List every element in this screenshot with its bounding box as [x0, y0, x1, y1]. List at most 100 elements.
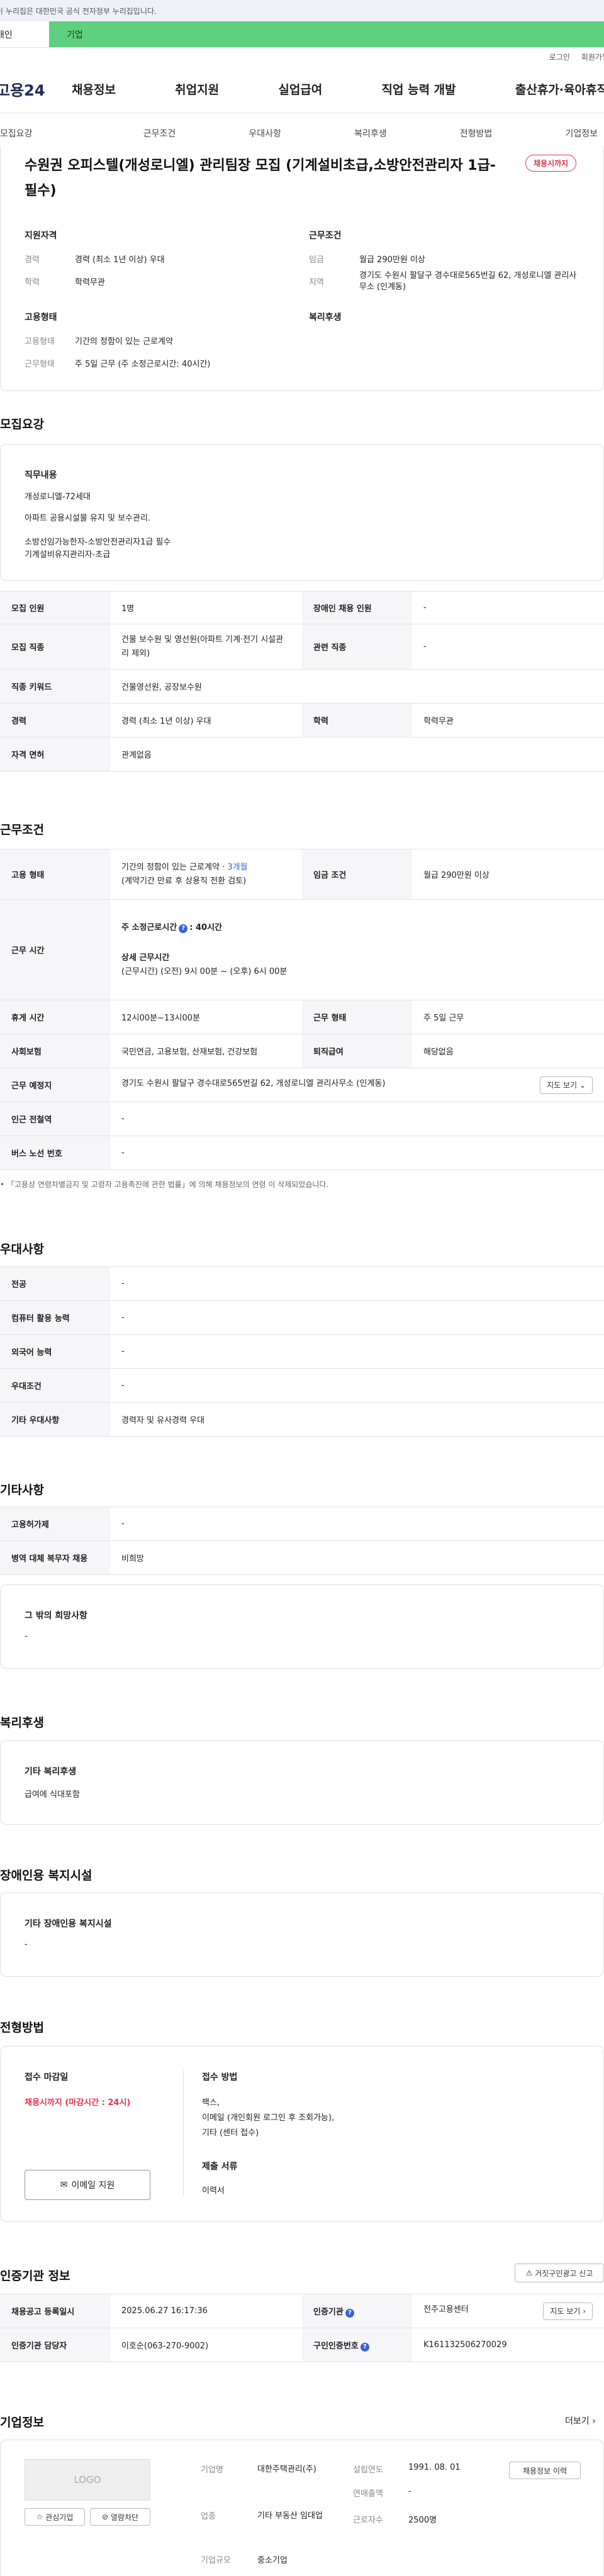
- login-link[interactable]: 로그인: [549, 52, 570, 62]
- more-label: 더보기: [565, 2416, 590, 2426]
- audience-tabs: 개인 기업: [0, 21, 604, 48]
- select-heading: 전형방법: [0, 2021, 44, 2035]
- company-value: 중소기업: [257, 2556, 288, 2565]
- welfare-value: 급여에 식대포함: [25, 1790, 80, 1799]
- company-value: 2500명: [408, 2516, 437, 2525]
- row-label: 버스 노선 번호: [0, 1136, 110, 1170]
- emp-label: 근무형태: [25, 360, 55, 369]
- emp-value: 주 5일 근무 (주 소정근로시간: 40시간): [75, 360, 211, 369]
- subnav-selection[interactable]: 전형방법: [460, 127, 493, 140]
- row-label: 우대조건: [0, 1368, 110, 1403]
- table-row: 근무 예정지 경기도 수원시 팔달구 경수대로565번길 62, 개성로니엘 관리…: [0, 1068, 604, 1102]
- row-label: 학력: [302, 703, 412, 738]
- company-heading: 기업정보: [0, 2416, 44, 2430]
- row-label: 근무 예정지: [0, 1068, 110, 1102]
- gnb-unemployment[interactable]: 실업급여: [278, 80, 322, 97]
- row-value: -: [110, 1300, 604, 1335]
- subnav-conditions[interactable]: 근무조건: [143, 127, 176, 140]
- emp-value: 기간의 정함이 있는 근로계약: [75, 337, 173, 346]
- company-logo: LOGO: [25, 2459, 150, 2501]
- favorite-company-button[interactable]: ☆ 관심기업: [25, 2508, 85, 2526]
- qual-value: 학력무관: [75, 278, 105, 287]
- row-value: 건물영선원, 공장보수원: [110, 669, 604, 704]
- row-label: 관련 직종: [302, 624, 412, 670]
- duty-line: 소방선임가능한자-소방안전관리자1급 필수: [25, 538, 171, 547]
- table-row: 모집 직종 건물 보수원 및 영선원(아파트 기계·전기 시설관리 제외) 관련 직…: [0, 624, 604, 670]
- tab-individual[interactable]: 개인: [0, 21, 49, 47]
- subnav-welfare[interactable]: 복리후생: [354, 127, 387, 140]
- emp-label: 고용형태: [25, 337, 55, 346]
- cert-map-button[interactable]: 지도 보기 ›: [543, 2302, 593, 2320]
- row-value: -: [412, 591, 604, 624]
- pref-table: 전공 - 컴퓨터 활용 능력 - 외국어 능력 - 우대조건 - 기타 우대사항 경력자 …: [0, 1266, 604, 1437]
- row-label: 자격 면허: [0, 737, 110, 771]
- site-logo[interactable]: 고용24: [0, 78, 72, 100]
- row-label: 모집 직종: [0, 624, 110, 670]
- method-line: 이메일 (개인회원 로그인 후 조회가능),: [202, 2113, 335, 2123]
- gov-notice: 이 누리집은 대한민국 공식 전자정부 누리집입니다.: [0, 6, 157, 16]
- row-value: -: [110, 1102, 604, 1136]
- row-label: 인증기관?: [302, 2294, 412, 2328]
- question-icon[interactable]: ?: [179, 924, 188, 933]
- report-fake-ad-button[interactable]: ⚠ 거짓구인광고 신고: [515, 2264, 604, 2282]
- subnav-company[interactable]: 기업정보: [565, 127, 598, 140]
- welfare-label: 기타 복리후생: [25, 1767, 77, 1777]
- qual-value: 경력 (최소 1년 이상) 우대: [75, 255, 165, 265]
- row-label: 채용공고 등록일시: [0, 2294, 110, 2328]
- row-value: K161132506270029: [412, 2328, 604, 2362]
- cert-map-label: 지도 보기: [550, 2307, 581, 2316]
- other-wish-value: -: [25, 1632, 28, 1641]
- block-view-button[interactable]: ⊘ 열람차단: [90, 2508, 150, 2526]
- recruit-history-button[interactable]: 채용정보 이력: [509, 2462, 581, 2479]
- row-value: 관계없음: [110, 737, 604, 771]
- company-more-link[interactable]: 더보기 ›: [565, 2414, 596, 2427]
- row-value: 학력무관: [412, 703, 604, 738]
- email-apply-button[interactable]: ✉ 이메일 지원: [25, 2170, 150, 2200]
- table-row: 근무 시간 주 소정근로시간?: 40시간 상세 근무시간 (근무시간) (오전…: [0, 899, 604, 1000]
- row-value: 해당없음: [412, 1034, 604, 1068]
- row-label: 직종 키워드: [0, 669, 110, 704]
- method-line: 팩스,: [202, 2098, 220, 2108]
- table-row: 인근 전철역 -: [0, 1102, 604, 1136]
- util-bar: 로그인 회원가입: [0, 48, 604, 65]
- time-total-value: : 40시간: [189, 922, 222, 932]
- gnb-recruit[interactable]: 채용정보: [72, 80, 116, 97]
- table-row: 휴게 시간 12시00분~13시00분 근무 형태 주 5일 근무: [0, 1000, 604, 1034]
- question-icon[interactable]: ?: [360, 2342, 369, 2352]
- table-row: 모집 인원 1명 장애인 채용 인원 -: [0, 591, 604, 624]
- work-heading: 근무조건: [0, 823, 44, 837]
- join-link[interactable]: 회원가입: [581, 52, 604, 62]
- row-value: 이호순(063-270-9002): [110, 2328, 302, 2362]
- gnb-leave[interactable]: 출산휴가·육아휴직: [515, 80, 604, 97]
- method-label: 접수 방법: [202, 2072, 238, 2082]
- tab-enterprise[interactable]: 기업: [49, 21, 604, 47]
- report-label: 거짓구인광고 신고: [535, 2269, 593, 2278]
- row-label: 고용 형태: [0, 849, 110, 900]
- gnb-training[interactable]: 직업 능력 개발: [382, 80, 456, 97]
- recruit-table: 모집 인원 1명 장애인 채용 인원 - 모집 직종 건물 보수원 및 영선원(아파트 …: [0, 591, 604, 771]
- chevron-down-icon: ⌄: [579, 1080, 586, 1090]
- company-value: 1991. 08. 01: [408, 2463, 461, 2472]
- subnav-recruit[interactable]: 모집요강: [0, 127, 33, 140]
- table-row: 고용 형태 기간의 정함이 있는 근로계약 · 3개월 (계약기간 만료 후 상용…: [0, 849, 604, 900]
- map-button[interactable]: 지도 보기 ⌄: [540, 1076, 593, 1094]
- chevron-right-icon: ›: [592, 2416, 596, 2426]
- company-value: 대한주택관리(주): [257, 2465, 316, 2474]
- row-value: 주 5일 근무: [412, 1000, 604, 1034]
- welfare-heading: 복리후생: [309, 312, 342, 323]
- table-row: 병역 대체 복무자 채용 비희망: [0, 1540, 604, 1575]
- row-label: 경력: [0, 703, 110, 738]
- alarm-icon: ⚠: [525, 2269, 533, 2277]
- cond-label: 임금: [309, 255, 324, 265]
- cond-value: 경기도 수원시 팔달구 경수대로565번길 62, 개성로니엘 관리사무소 (인…: [359, 271, 577, 292]
- deadline-value: 채용시까지 (마감시간 : 24시): [25, 2098, 131, 2108]
- map-button-label: 지도 보기: [547, 1081, 578, 1090]
- subnav-preference[interactable]: 우대사항: [249, 127, 281, 140]
- gnb-employment-support[interactable]: 취업지원: [175, 80, 219, 97]
- question-icon[interactable]: ?: [345, 2308, 354, 2318]
- company-label: 연매출액: [353, 2489, 383, 2499]
- docs-label: 제출 서류: [202, 2162, 238, 2172]
- row-value: 국민연금, 고용보험, 산재보험, 건강보험: [110, 1034, 302, 1068]
- duty-line: 기계설비유지관리자-초급: [25, 550, 111, 560]
- table-row: 경력 경력 (최소 1년 이상) 우대 학력 학력무관: [0, 703, 604, 738]
